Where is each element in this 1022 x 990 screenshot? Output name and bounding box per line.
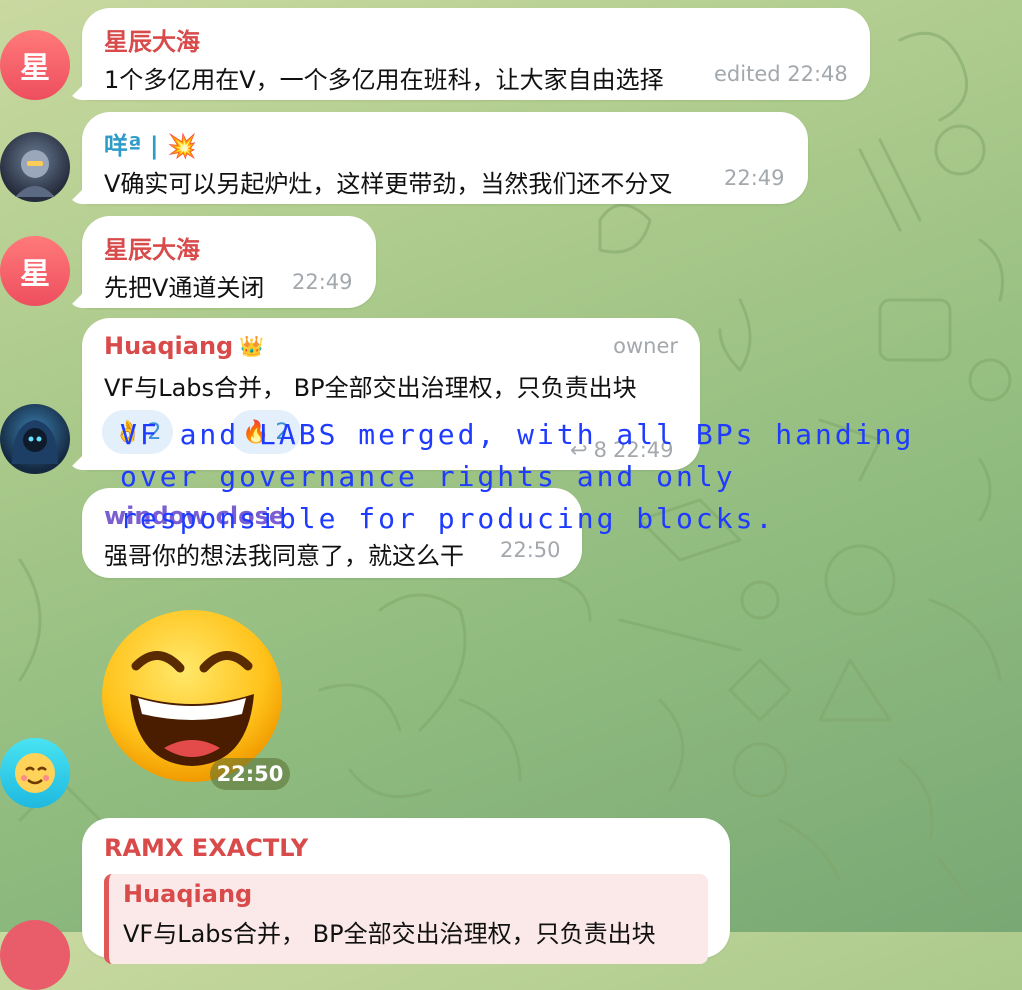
message-time: edited 22:48	[714, 62, 848, 86]
avatar-letter: 星	[20, 257, 50, 292]
crown-badge-icon: 👑	[239, 334, 265, 358]
sender-name-text: Huaqiang	[104, 332, 234, 360]
robot-avatar-icon	[15, 150, 55, 197]
quoted-sender-name: Huaqiang	[123, 880, 253, 908]
avatar-letter: 星	[20, 51, 50, 86]
message-text: VF与Labs合并， BP全部交出治理权，只负责出块	[104, 374, 637, 402]
sender-name[interactable]: Huaqiang 👑	[104, 332, 264, 360]
owner-role-label: owner	[613, 334, 678, 358]
message-time: 22:50	[500, 538, 561, 562]
translation-overlay: VF and LABS merged, with all BPs handing…	[120, 418, 915, 535]
avatar[interactable]	[0, 132, 70, 202]
sender-name[interactable]: RAMX EXACTLY	[104, 834, 308, 862]
avatar[interactable]	[0, 404, 70, 474]
message-bubble[interactable]: 咩ª | 💥 V确实可以另起炉灶，这样更带劲，当然我们还不分叉 22:49	[82, 112, 808, 204]
message-bubble[interactable]: 星辰大海 1个多亿用在V，一个多亿用在班科，让大家自由选择 edited 22:…	[82, 8, 870, 100]
sender-name[interactable]: 星辰大海	[104, 230, 200, 265]
sticker-time-pill: 22:50	[210, 758, 290, 790]
avatar[interactable]	[0, 738, 70, 808]
message-time: 22:49	[724, 166, 785, 190]
avatar[interactable]: 星	[0, 236, 70, 306]
message-text: V确实可以另起炉灶，这样更带劲，当然我们还不分叉	[104, 170, 673, 198]
hooded-figure-avatar-icon	[12, 420, 58, 464]
message-text: 强哥你的想法我同意了，就这么干	[104, 542, 464, 570]
quoted-reply[interactable]: Huaqiang VF与Labs合并， BP全部交出治理权，只负责出块	[104, 874, 708, 964]
smiling-face-avatar-icon	[15, 753, 55, 793]
avatar[interactable]	[0, 920, 70, 990]
message-text: 先把V通道关闭	[104, 274, 265, 302]
message-time: 22:49	[292, 270, 353, 294]
avatar[interactable]: 星	[0, 30, 70, 100]
message-bubble[interactable]: 星辰大海 先把V通道关闭 22:49	[82, 216, 376, 308]
sender-name[interactable]: 星辰大海	[104, 22, 200, 57]
message-text: 1个多亿用在V，一个多亿用在班科，让大家自由选择	[104, 66, 664, 94]
message-bubble[interactable]: RAMX EXACTLY Huaqiang VF与Labs合并， BP全部交出治…	[82, 818, 730, 964]
sender-name[interactable]: 咩ª | 💥	[104, 126, 197, 161]
